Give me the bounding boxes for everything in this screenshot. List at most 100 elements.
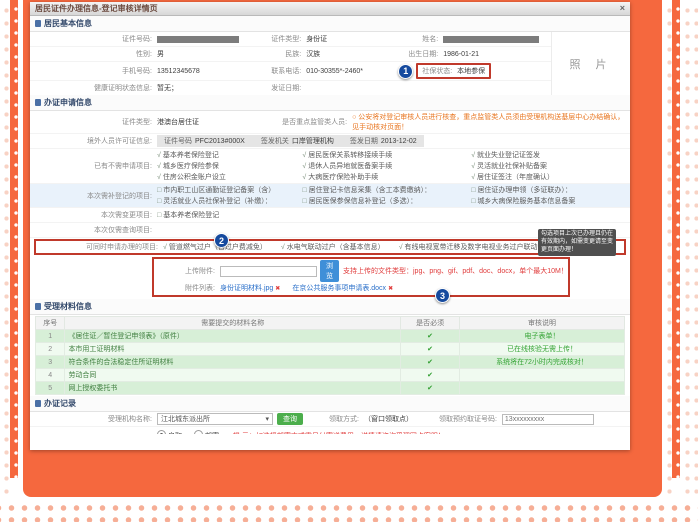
delete-attachment-icon[interactable]: ✖ xyxy=(275,285,280,292)
social-status-highlight: 社保状态: 本地参保 xyxy=(416,63,491,79)
supplement-item[interactable]: □居民医保参保信息补登记（多选）： xyxy=(302,196,471,206)
supplement-item-label: 城乡大病保险服务基本信息备案 xyxy=(477,196,575,206)
upload-row: 上传附件: 浏览 支持上传的文件类型：jpg、png、gif、pdf、doc、d… xyxy=(157,260,565,282)
supplement-item[interactable]: □居住登记卡信息采集（含工本费缴纳）： xyxy=(302,185,471,195)
change-item[interactable]: □基本养老保险登记 xyxy=(157,210,219,220)
delete-attachment-icon[interactable]: ✖ xyxy=(388,285,393,292)
browse-button[interactable]: 浏览 xyxy=(320,260,339,282)
check-icon: √ xyxy=(471,163,475,170)
radio-mail-label: 邮寄 xyxy=(205,433,219,434)
joint-item[interactable]: √有线电视宽带迁移及数字电视业务过户联动变更 xyxy=(399,242,552,252)
gender-value: 男 xyxy=(157,49,164,59)
supplement-item[interactable]: □灵活就业人员社保补登记（补缴）： xyxy=(157,196,302,206)
permit-date-label: 签发日期 xyxy=(350,138,378,145)
org-select[interactable]: 江北城东派出所 ▾ xyxy=(157,413,273,425)
required-check-icon: ✔ xyxy=(401,369,460,382)
owned-item-label: 城乡医疗保险参保 xyxy=(163,161,219,171)
radio-self[interactable]: 自取 xyxy=(157,433,182,434)
supplement-item[interactable]: □市内职工山区通勤证登记备案（含） xyxy=(157,185,302,195)
owned-item[interactable]: √城乡医疗保险参保 xyxy=(157,161,302,171)
table-row[interactable]: 5 网上授权委托书 ✔ xyxy=(36,382,625,395)
checkbox-icon: □ xyxy=(302,198,306,205)
nation-label: 民族: xyxy=(239,49,306,59)
social-label: 社保状态: xyxy=(422,66,457,76)
owned-item[interactable]: √居住证签注（年度确认） xyxy=(471,172,626,182)
owned-item[interactable]: √大病医疗保险补助手续 xyxy=(302,172,471,182)
permit-no-value: PFC2013#000X xyxy=(195,138,245,145)
delivery-radio-line: 自取 邮寄 提 示：如选择邮寄方式需另付寄递费用，详情请咨询受理网点客服！ xyxy=(157,428,611,434)
gender-label: 性别: xyxy=(34,49,157,59)
frame-right-dots-inner xyxy=(663,0,672,500)
owned-item[interactable]: √居民医保关系转移接续手续 xyxy=(302,150,471,160)
birth-label: 出生日期: xyxy=(398,49,443,59)
table-row[interactable]: 3 符合条件的合法稳定住所证明材料 ✔ 系统将在72小时内完成核对！ xyxy=(36,356,625,369)
change-item-label: 基本养老保险登记 xyxy=(163,210,219,220)
table-row[interactable]: 1 《居住证／暂住登记申领表》（原件） ✔ 电子表单！ xyxy=(36,330,625,343)
health-label: 健康证明状态信息: xyxy=(34,83,157,93)
required-check-icon: ✔ xyxy=(401,382,460,395)
table-row[interactable]: 4 劳动合同 ✔ xyxy=(36,369,625,382)
check-icon: √ xyxy=(302,163,306,170)
supplement-items-row: 本次需补登记的项目: □市内职工山区通勤证登记备案（含） □居住登记卡信息采集（… xyxy=(30,184,630,208)
mobile-label: 手机号码: xyxy=(34,66,157,76)
upload-input[interactable] xyxy=(220,266,317,277)
row-seq: 1 xyxy=(36,330,65,343)
permit-date-value: 2013-12-02 xyxy=(381,138,417,145)
change-items-row: 本次需变更项目: □基本养老保险登记 xyxy=(30,208,630,223)
query-label: 本次仅需查询项目: xyxy=(34,225,157,235)
required-check-icon: ✔ xyxy=(401,343,460,356)
owned-item[interactable]: √就业失业登记证签发 xyxy=(471,150,626,160)
attachment-link[interactable]: 在京公共服务事项申请表.docx xyxy=(292,283,386,293)
owned-item[interactable]: √住房公积金账户设立 xyxy=(157,172,302,182)
check-icon: √ xyxy=(399,244,403,251)
owned-item-label: 灵活就业社保补贴备案 xyxy=(477,161,547,171)
section-basic-header: 居民基本信息 xyxy=(30,16,630,32)
col-note: 审核说明 xyxy=(460,317,625,330)
check-icon: √ xyxy=(157,174,161,181)
attachment-link[interactable]: 身份证明材料.jpg xyxy=(220,283,273,293)
supplement-item[interactable]: □城乡大病保险服务基本信息备案 xyxy=(471,196,626,206)
health-value: 暂无； xyxy=(157,83,178,93)
owned-item-label: 居住证签注（年度确认） xyxy=(477,172,554,182)
files-row: 附件列表: 身份证明材料.jpg ✖ 在京公共服务事项申请表.docx ✖ xyxy=(157,282,565,294)
owned-item-label: 住房公积金账户设立 xyxy=(163,172,226,182)
section-record-title: 办证记录 xyxy=(44,398,76,409)
record-row-1: 受理机构名称: 江北城东派出所 ▾ 查询 领取方式: （窗口领取点） 领取预约取… xyxy=(30,412,630,427)
owned-item[interactable]: √灵活就业社保补贴备案 xyxy=(471,161,626,171)
search-org-button[interactable]: 查询 xyxy=(277,413,303,425)
joint-item-label: 水电气联动过户（含基本信息） xyxy=(287,242,385,252)
radio-mail[interactable]: 邮寄 xyxy=(194,433,219,434)
supplement-item-label: 灵活就业人员社保补登记（补缴）： xyxy=(163,196,272,206)
check-icon: √ xyxy=(157,152,161,159)
checkbox-icon: □ xyxy=(302,187,306,194)
permit-label: 境外人员许可证信息: xyxy=(34,136,157,146)
section-materials-title: 受理材料信息 xyxy=(44,301,92,312)
owned-item[interactable]: √基本养老保险登记 xyxy=(157,150,302,160)
section-basic-title: 居民基本信息 xyxy=(44,18,92,29)
chevron-down-icon: ▾ xyxy=(265,415,269,423)
section-materials-header: 受理材料信息 xyxy=(30,299,630,315)
window-titlebar: 居民证件办理信息-登记审核详情页 × xyxy=(30,2,630,16)
close-icon[interactable]: × xyxy=(620,4,625,13)
supplement-item-label: 市内职工山区通勤证登记备案（含） xyxy=(163,185,275,195)
checkbox-icon: □ xyxy=(471,187,475,194)
row-material-name: 符合条件的合法稳定住所证明材料 xyxy=(65,356,401,369)
row-material-name: 《居住证／暂住登记申领表》（原件） xyxy=(65,330,401,343)
supplement-item[interactable]: □居住证办理申领（多证联办）： xyxy=(471,185,626,195)
radio-off-icon xyxy=(194,430,203,434)
nation-value: 汉族 xyxy=(306,49,320,59)
checkbox-icon: □ xyxy=(157,212,161,219)
section-record-header: 办证记录 xyxy=(30,396,630,412)
booking-input[interactable] xyxy=(502,414,594,425)
owned-item[interactable]: √退休人员异地就医备案手续 xyxy=(302,161,471,171)
checkbox-icon: □ xyxy=(157,187,161,194)
table-row[interactable]: 2 本市用工证明材料 ✔ 已在线核验无需上传！ xyxy=(36,343,625,356)
owned-item-label: 大病医疗保险补助手续 xyxy=(308,172,378,182)
social-value: 本地参保 xyxy=(457,66,485,76)
check-icon: √ xyxy=(302,152,306,159)
row-seq: 2 xyxy=(36,343,65,356)
row-note xyxy=(460,369,625,382)
joint-item[interactable]: √水电气联动过户（含基本信息） xyxy=(281,242,385,252)
upload-highlight: 上传附件: 浏览 支持上传的文件类型：jpg、png、gif、pdf、doc、d… xyxy=(152,257,570,297)
row-material-name: 网上授权委托书 xyxy=(65,382,401,395)
